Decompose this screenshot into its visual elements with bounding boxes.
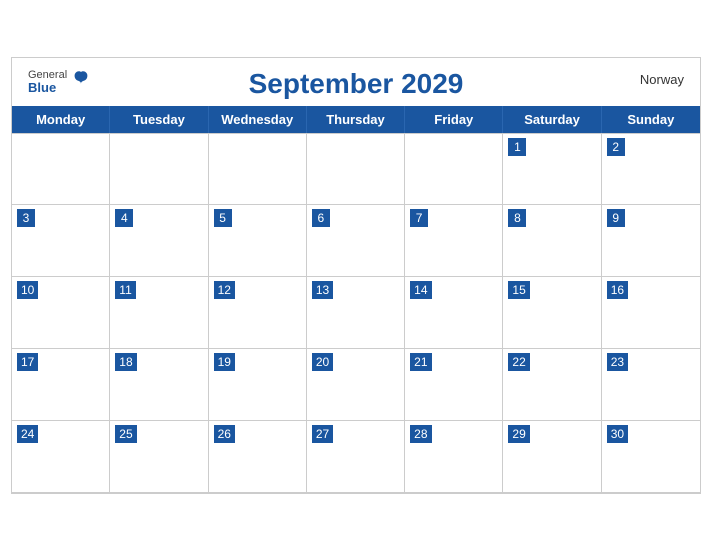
day-number: 1 xyxy=(508,138,526,157)
day-number: 21 xyxy=(410,353,431,372)
day-cell-17: 17 xyxy=(12,349,110,421)
day-number: 10 xyxy=(17,281,38,300)
calendar-title: September 2029 xyxy=(249,68,464,100)
day-number: 8 xyxy=(508,209,526,228)
day-number: 5 xyxy=(214,209,232,228)
day-number: 13 xyxy=(312,281,333,300)
day-cell-2: 2 xyxy=(602,133,700,205)
day-header-monday: Monday xyxy=(12,106,110,133)
day-header-friday: Friday xyxy=(405,106,503,133)
day-cell-8: 8 xyxy=(503,205,601,277)
day-number: 26 xyxy=(214,425,235,444)
day-cell-21: 21 xyxy=(405,349,503,421)
day-cell-empty xyxy=(209,133,307,205)
day-cell-4: 4 xyxy=(110,205,208,277)
logo: General Blue xyxy=(28,68,91,98)
day-number: 16 xyxy=(607,281,628,300)
day-cell-6: 6 xyxy=(307,205,405,277)
day-number: 9 xyxy=(607,209,625,228)
day-cell-20: 20 xyxy=(307,349,405,421)
day-header-wednesday: Wednesday xyxy=(209,106,307,133)
day-header-thursday: Thursday xyxy=(307,106,405,133)
day-cell-25: 25 xyxy=(110,421,208,493)
day-cell-3: 3 xyxy=(12,205,110,277)
day-number: 7 xyxy=(410,209,428,228)
day-number: 18 xyxy=(115,353,136,372)
day-cell-24: 24 xyxy=(12,421,110,493)
day-cell-empty xyxy=(405,133,503,205)
day-cell-18: 18 xyxy=(110,349,208,421)
day-cell-13: 13 xyxy=(307,277,405,349)
day-cell-15: 15 xyxy=(503,277,601,349)
day-cell-19: 19 xyxy=(209,349,307,421)
day-number: 29 xyxy=(508,425,529,444)
day-number: 28 xyxy=(410,425,431,444)
day-number: 14 xyxy=(410,281,431,300)
day-cell-5: 5 xyxy=(209,205,307,277)
day-cell-12: 12 xyxy=(209,277,307,349)
day-number: 22 xyxy=(508,353,529,372)
day-cell-empty xyxy=(110,133,208,205)
day-cell-22: 22 xyxy=(503,349,601,421)
day-number: 6 xyxy=(312,209,330,228)
day-number: 15 xyxy=(508,281,529,300)
day-header-tuesday: Tuesday xyxy=(110,106,208,133)
day-cell-16: 16 xyxy=(602,277,700,349)
day-cell-empty xyxy=(307,133,405,205)
day-number: 12 xyxy=(214,281,235,300)
day-cell-10: 10 xyxy=(12,277,110,349)
day-cell-7: 7 xyxy=(405,205,503,277)
calendar-grid: 1234567891011121314151617181920212223242… xyxy=(12,133,700,493)
calendar-header: General Blue September 2029 Norway xyxy=(12,58,700,106)
day-number: 24 xyxy=(17,425,38,444)
day-number: 4 xyxy=(115,209,133,228)
day-number: 25 xyxy=(115,425,136,444)
day-number: 17 xyxy=(17,353,38,372)
logo-blue-text: Blue xyxy=(28,81,67,95)
day-header-saturday: Saturday xyxy=(503,106,601,133)
day-number: 30 xyxy=(607,425,628,444)
calendar: General Blue September 2029 Norway Monda… xyxy=(11,57,701,494)
day-cell-empty xyxy=(12,133,110,205)
day-number: 27 xyxy=(312,425,333,444)
day-number: 20 xyxy=(312,353,333,372)
day-cell-14: 14 xyxy=(405,277,503,349)
day-cell-11: 11 xyxy=(110,277,208,349)
days-header: MondayTuesdayWednesdayThursdayFridaySatu… xyxy=(12,106,700,133)
day-cell-26: 26 xyxy=(209,421,307,493)
day-cell-29: 29 xyxy=(503,421,601,493)
day-header-sunday: Sunday xyxy=(602,106,700,133)
day-cell-30: 30 xyxy=(602,421,700,493)
day-cell-23: 23 xyxy=(602,349,700,421)
day-number: 19 xyxy=(214,353,235,372)
day-number: 3 xyxy=(17,209,35,228)
day-cell-28: 28 xyxy=(405,421,503,493)
day-number: 11 xyxy=(115,281,135,300)
day-cell-27: 27 xyxy=(307,421,405,493)
day-number: 2 xyxy=(607,138,625,157)
day-number: 23 xyxy=(607,353,628,372)
country-label: Norway xyxy=(640,72,684,87)
day-cell-1: 1 xyxy=(503,133,601,205)
logo-bird-icon xyxy=(71,70,91,98)
day-cell-9: 9 xyxy=(602,205,700,277)
